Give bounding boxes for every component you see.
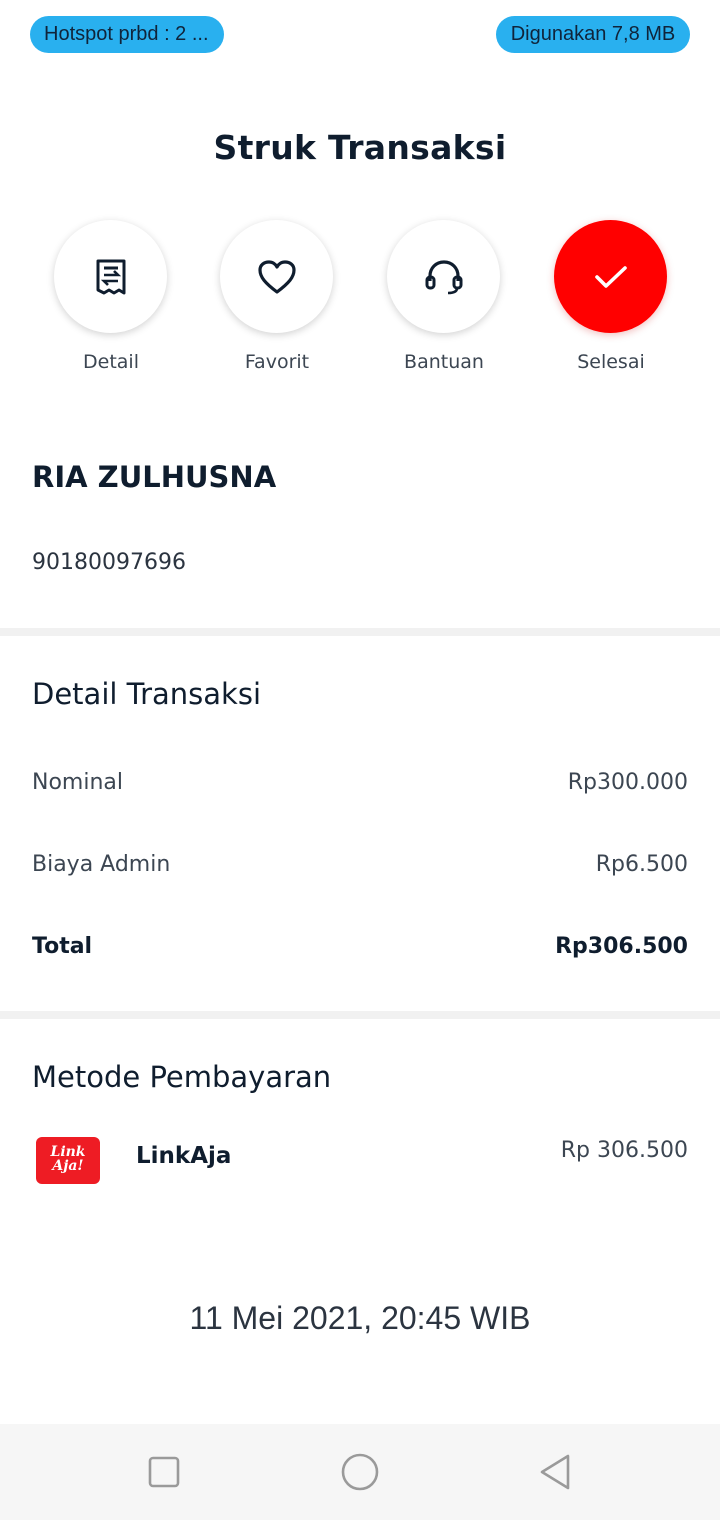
recipient-account-number: 90180097696 [32, 550, 186, 575]
help-button[interactable]: Bantuan [387, 220, 500, 373]
total-row: Total Rp306.500 [32, 934, 688, 959]
admin-fee-value: Rp6.500 [595, 852, 688, 877]
page-title: Struk Transaksi [213, 128, 507, 167]
nominal-label: Nominal [32, 770, 123, 795]
home-icon[interactable] [340, 1452, 380, 1492]
detail-button[interactable]: Detail [54, 220, 167, 373]
receipt-icon [96, 259, 125, 294]
admin-fee-row: Biaya Admin Rp6.500 [32, 852, 688, 877]
help-label: Bantuan [404, 351, 484, 373]
nominal-row: Nominal Rp300.000 [32, 770, 688, 795]
admin-fee-label: Biaya Admin [32, 852, 171, 877]
help-circle[interactable] [387, 220, 500, 333]
payment-amount: Rp 306.500 [560, 1138, 688, 1163]
linkaja-logo: Link Aja! [36, 1137, 100, 1184]
section-divider [0, 628, 720, 636]
done-circle[interactable] [554, 220, 667, 333]
favorite-button[interactable]: Favorit [220, 220, 333, 373]
favorite-circle[interactable] [220, 220, 333, 333]
recent-apps-icon[interactable] [144, 1452, 184, 1492]
detail-circle[interactable] [54, 220, 167, 333]
hotspot-indicator: Hotspot prbd : 2 ... [30, 16, 224, 53]
favorite-label: Favorit [244, 351, 310, 373]
heart-icon [257, 259, 296, 294]
headset-icon [425, 259, 462, 294]
check-icon [594, 265, 627, 288]
payment-section-title: Metode Pembayaran [32, 1060, 332, 1094]
done-label: Selesai [577, 351, 645, 373]
total-value: Rp306.500 [555, 934, 688, 959]
logo-text-line1: Link [50, 1144, 86, 1160]
system-nav-bar [0, 1424, 720, 1520]
data-usage-indicator: Digunakan 7,8 MB [496, 16, 690, 53]
recipient-name: RIA ZULHUSNA [32, 460, 277, 494]
detail-section-title: Detail Transaksi [32, 677, 262, 711]
logo-text-line2: Aja! [52, 1158, 84, 1174]
section-divider [0, 1011, 720, 1019]
total-label: Total [32, 934, 93, 959]
transaction-datetime: 11 Mei 2021, 20:45 WIB [189, 1300, 531, 1336]
nominal-value: Rp300.000 [567, 770, 688, 795]
payment-method-name: LinkAja [136, 1143, 232, 1169]
back-icon[interactable] [536, 1452, 576, 1492]
done-button[interactable]: Selesai [554, 220, 667, 373]
detail-label: Detail [83, 351, 139, 373]
